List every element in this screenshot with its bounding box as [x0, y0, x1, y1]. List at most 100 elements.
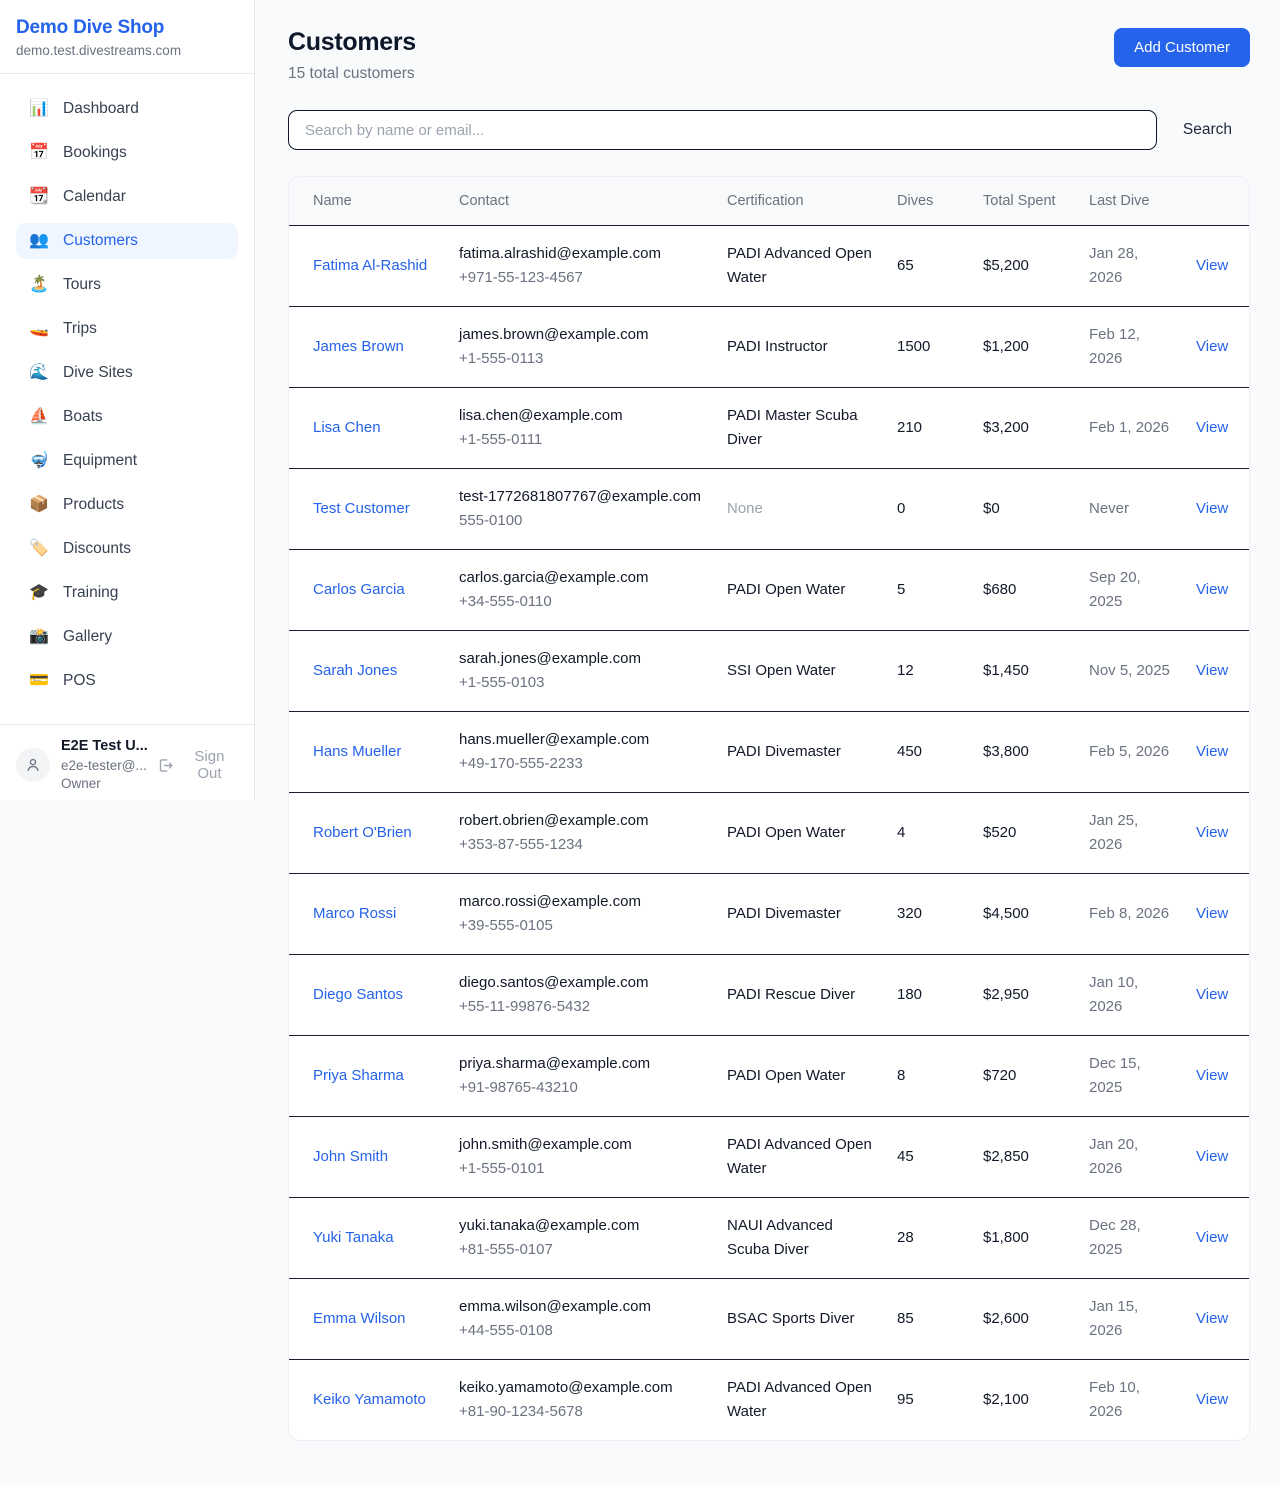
table-row: Robert O'Brien robert.obrien@example.com… — [289, 793, 1249, 874]
graduation-cap-icon: 🎓 — [28, 583, 50, 603]
view-customer-link[interactable]: View — [1196, 905, 1228, 922]
customer-last-dive: Feb 8, 2026 — [1077, 874, 1184, 955]
customer-name-link[interactable]: Sarah Jones — [313, 662, 397, 679]
customer-last-dive: Feb 1, 2026 — [1077, 388, 1184, 469]
customer-email: hans.mueller@example.com — [459, 728, 703, 752]
sidebar-item-bookings[interactable]: 📅 Bookings — [16, 135, 238, 171]
customer-name-link[interactable]: Fatima Al-Rashid — [313, 257, 427, 274]
add-customer-button[interactable]: Add Customer — [1114, 28, 1250, 67]
customer-name-link[interactable]: Carlos Garcia — [313, 581, 405, 598]
sidebar-item-label: Discounts — [63, 540, 131, 558]
customer-dives: 450 — [885, 712, 971, 793]
camera-flash-icon: 📸 — [28, 627, 50, 647]
sign-out-icon — [157, 757, 174, 774]
customer-name-link[interactable]: James Brown — [313, 338, 404, 355]
customer-name-link[interactable]: John Smith — [313, 1148, 388, 1165]
customer-name-link[interactable]: Yuki Tanaka — [313, 1229, 394, 1246]
customer-phone: 555-0100 — [459, 509, 703, 533]
sidebar-item-equipment[interactable]: 🤿 Equipment — [16, 443, 238, 479]
sidebar-item-customers[interactable]: 👥 Customers — [16, 223, 238, 259]
sidebar-item-trips[interactable]: 🚤 Trips — [16, 311, 238, 347]
customer-last-dive: Feb 10, 2026 — [1077, 1360, 1184, 1441]
view-customer-link[interactable]: View — [1196, 824, 1228, 841]
customers-table: Name Contact Certification Dives Total S… — [289, 177, 1249, 1440]
sidebar: Demo Dive Shop demo.test.divestreams.com… — [0, 0, 255, 800]
table-row: Lisa Chen lisa.chen@example.com +1-555-0… — [289, 388, 1249, 469]
view-customer-link[interactable]: View — [1196, 257, 1228, 274]
view-customer-link[interactable]: View — [1196, 338, 1228, 355]
col-header-name: Name — [289, 177, 447, 226]
customer-name-link[interactable]: Marco Rossi — [313, 905, 396, 922]
sidebar-item-dashboard[interactable]: 📊 Dashboard — [16, 91, 238, 127]
customer-total-spent: $4,500 — [971, 874, 1077, 955]
credit-card-icon: 💳 — [28, 671, 50, 691]
table-row: Marco Rossi marco.rossi@example.com +39-… — [289, 874, 1249, 955]
customer-name-link[interactable]: Diego Santos — [313, 986, 403, 1003]
customer-email: emma.wilson@example.com — [459, 1295, 703, 1319]
customer-certification: SSI Open Water — [715, 631, 885, 712]
sidebar-item-discounts[interactable]: 🏷️ Discounts — [16, 531, 238, 567]
search-button[interactable]: Search — [1183, 121, 1232, 139]
customer-last-dive: Feb 12, 2026 — [1077, 307, 1184, 388]
customer-name-link[interactable]: Test Customer — [313, 500, 410, 517]
customer-email: keiko.yamamoto@example.com — [459, 1376, 703, 1400]
customer-phone: +1-555-0101 — [459, 1157, 703, 1181]
customer-email: lisa.chen@example.com — [459, 404, 703, 428]
view-customer-link[interactable]: View — [1196, 1067, 1228, 1084]
sidebar-item-pos[interactable]: 💳 POS — [16, 663, 238, 699]
sidebar-item-boats[interactable]: ⛵ Boats — [16, 399, 238, 435]
customer-name-link[interactable]: Lisa Chen — [313, 419, 381, 436]
page-title-block: Customers 15 total customers — [288, 28, 416, 83]
customer-name-link[interactable]: Priya Sharma — [313, 1067, 404, 1084]
user-name: E2E Test U... — [61, 737, 146, 757]
sidebar-item-label: Training — [63, 584, 118, 602]
customer-last-dive: Feb 5, 2026 — [1077, 712, 1184, 793]
sidebar-item-label: Tours — [63, 276, 101, 294]
customer-dives: 65 — [885, 226, 971, 307]
customer-dives: 8 — [885, 1036, 971, 1117]
view-customer-link[interactable]: View — [1196, 1310, 1228, 1327]
brand-name: Demo Dive Shop — [16, 17, 238, 39]
customer-dives: 85 — [885, 1279, 971, 1360]
customer-name-link[interactable]: Emma Wilson — [313, 1310, 406, 1327]
customer-email: diego.santos@example.com — [459, 971, 703, 995]
sidebar-item-tours[interactable]: 🏝️ Tours — [16, 267, 238, 303]
customer-total-spent: $2,850 — [971, 1117, 1077, 1198]
customer-last-dive: Jan 20, 2026 — [1077, 1117, 1184, 1198]
diving-mask-icon: 🤿 — [28, 451, 50, 471]
view-customer-link[interactable]: View — [1196, 662, 1228, 679]
search-input[interactable] — [288, 110, 1157, 150]
view-customer-link[interactable]: View — [1196, 581, 1228, 598]
customer-phone: +91-98765-43210 — [459, 1076, 703, 1100]
customer-certification: PADI Divemaster — [715, 874, 885, 955]
customer-total-spent: $1,200 — [971, 307, 1077, 388]
view-customer-link[interactable]: View — [1196, 986, 1228, 1003]
customer-certification: PADI Advanced Open Water — [715, 1117, 885, 1198]
sidebar-item-products[interactable]: 📦 Products — [16, 487, 238, 523]
view-customer-link[interactable]: View — [1196, 1391, 1228, 1408]
sidebar-nav: 📊 Dashboard 📅 Bookings 📆 Calendar 👥 Cust… — [0, 74, 254, 724]
sidebar-item-dive-sites[interactable]: 🌊 Dive Sites — [16, 355, 238, 391]
customer-total-spent: $3,200 — [971, 388, 1077, 469]
view-customer-link[interactable]: View — [1196, 419, 1228, 436]
sidebar-item-gallery[interactable]: 📸 Gallery — [16, 619, 238, 655]
sidebar-item-label: Boats — [63, 408, 103, 426]
customer-last-dive: Jan 25, 2026 — [1077, 793, 1184, 874]
view-customer-link[interactable]: View — [1196, 743, 1228, 760]
customer-email: john.smith@example.com — [459, 1133, 703, 1157]
sidebar-item-training[interactable]: 🎓 Training — [16, 575, 238, 611]
sidebar-item-label: Dive Sites — [63, 364, 133, 382]
tear-off-calendar-icon: 📆 — [28, 187, 50, 207]
customer-name-link[interactable]: Robert O'Brien — [313, 824, 412, 841]
col-header-total-spent: Total Spent — [971, 177, 1077, 226]
view-customer-link[interactable]: View — [1196, 1229, 1228, 1246]
view-customer-link[interactable]: View — [1196, 1148, 1228, 1165]
view-customer-link[interactable]: View — [1196, 500, 1228, 517]
customer-email: marco.rossi@example.com — [459, 890, 703, 914]
customer-name-link[interactable]: Hans Mueller — [313, 743, 401, 760]
user-info: E2E Test U... e2e-tester@... Owner — [61, 737, 146, 793]
table-row: John Smith john.smith@example.com +1-555… — [289, 1117, 1249, 1198]
customer-name-link[interactable]: Keiko Yamamoto — [313, 1391, 426, 1408]
sign-out-button[interactable]: Sign Out — [157, 748, 238, 782]
sidebar-item-calendar[interactable]: 📆 Calendar — [16, 179, 238, 215]
